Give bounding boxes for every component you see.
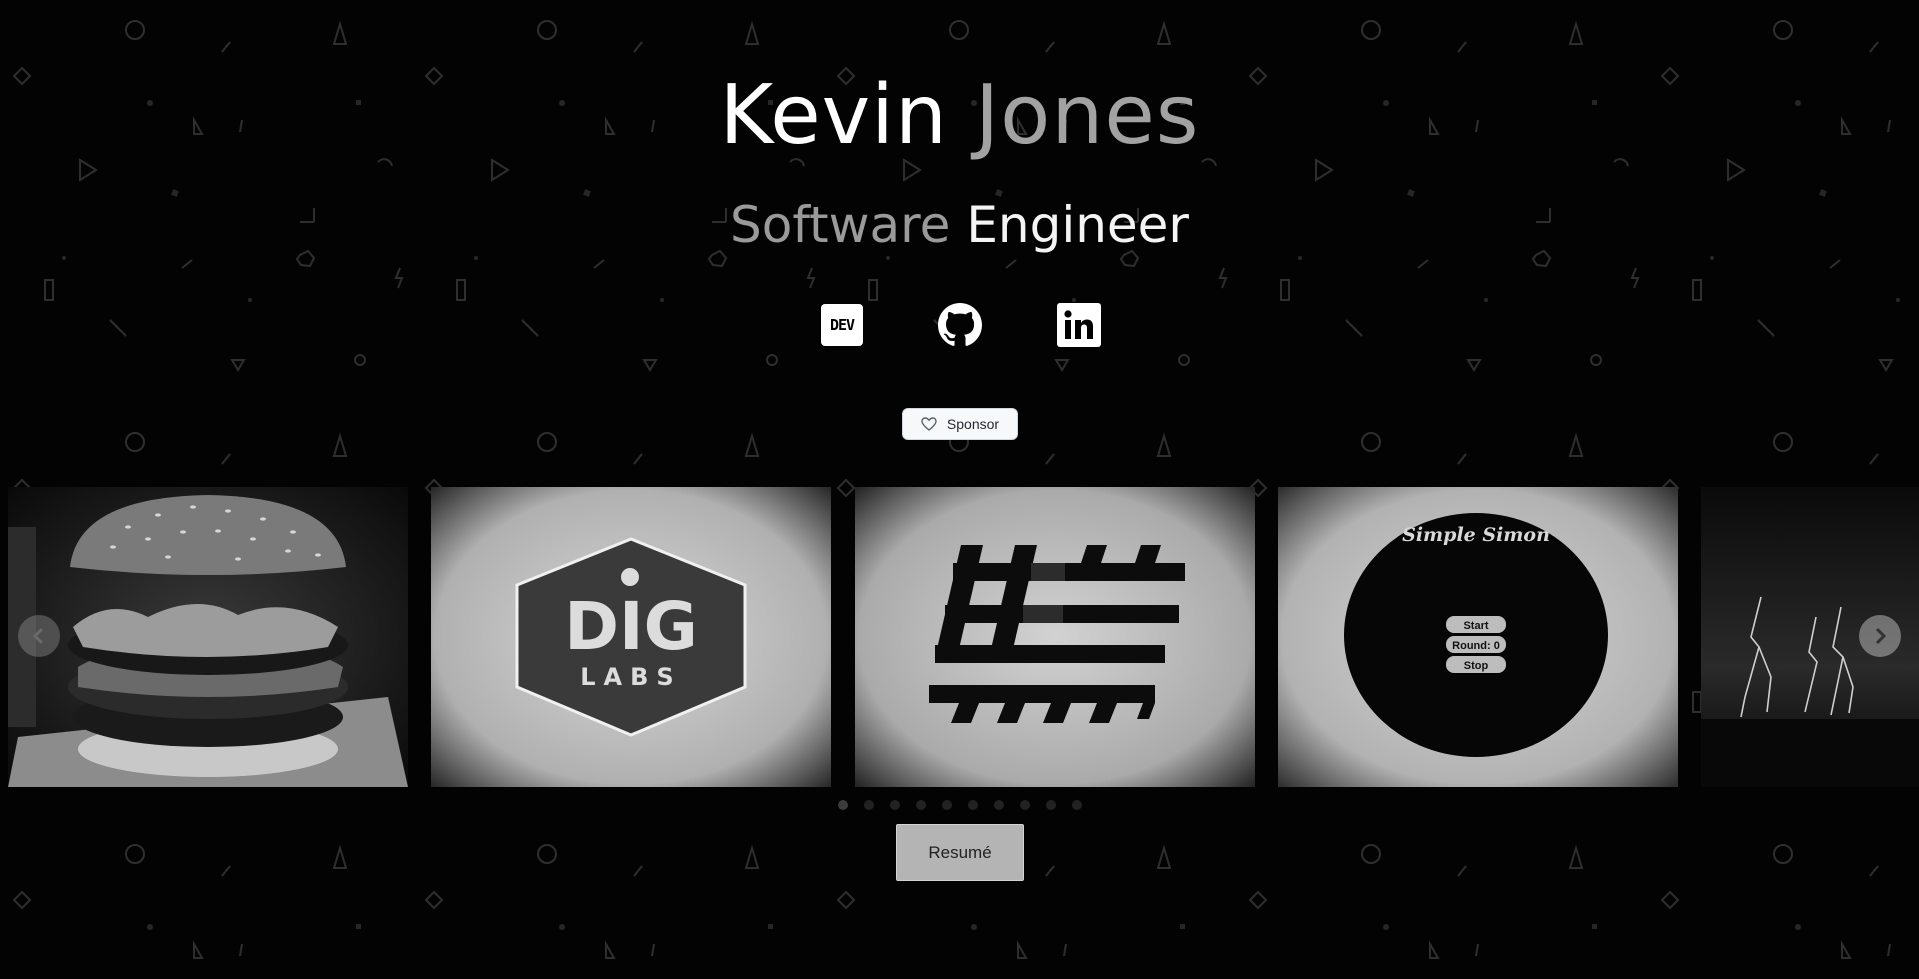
heart-icon [921, 417, 937, 431]
carousel-dot[interactable] [1046, 800, 1056, 810]
carousel-dots [838, 800, 1082, 810]
carousel-dot[interactable] [838, 800, 848, 810]
carousel-dot[interactable] [890, 800, 900, 810]
carousel-slide-simple-simon[interactable]: Simple Simon Start Round: 0 Stop [1278, 487, 1678, 787]
linkedin-link[interactable] [1057, 303, 1101, 347]
role-heading: Software Engineer [0, 195, 1919, 255]
simple-simon-title: Simple Simon [1402, 524, 1550, 546]
simon-stop-label: Stop [1464, 660, 1489, 672]
dev-to-link[interactable]: DEV [820, 303, 864, 347]
resume-label: Resumé [928, 842, 992, 862]
simple-simon-screenshot: Simple Simon Start Round: 0 Stop [1278, 487, 1678, 787]
project-carousel[interactable]: DIG LABS Simple Simon Start Round: 0 Sto… [0, 487, 1919, 787]
carousel-prev-button[interactable] [18, 615, 60, 657]
first-name: Kevin [719, 68, 948, 163]
dig-logo-main-text: DIG [564, 588, 698, 665]
simon-start-label: Start [1463, 620, 1488, 632]
role-first-word: Software [729, 196, 951, 254]
carousel-dot[interactable] [1020, 800, 1030, 810]
hashtag-logo [855, 487, 1255, 787]
carousel-dot[interactable] [916, 800, 926, 810]
linkedin-icon [1057, 303, 1101, 347]
burger-image [8, 487, 408, 787]
simon-round-label: Round: 0 [1452, 640, 1500, 652]
name-heading: Kevin Jones [0, 68, 1919, 164]
chevron-right-icon [1875, 627, 1887, 645]
carousel-slide-dig-labs[interactable]: DIG LABS [431, 487, 831, 787]
chevron-left-icon [32, 627, 44, 645]
carousel-dot[interactable] [1072, 800, 1082, 810]
dev-to-icon: DEV [821, 304, 863, 346]
carousel-dot[interactable] [968, 800, 978, 810]
resume-button[interactable]: Resumé [896, 824, 1024, 881]
carousel-dot[interactable] [864, 800, 874, 810]
role-second-word: Engineer [966, 196, 1189, 254]
carousel-slide-hashtag[interactable] [855, 487, 1255, 787]
dig-labs-logo: DIG LABS [431, 487, 831, 787]
dev-icon-text: DEV [829, 316, 855, 334]
sponsor-label: Sponsor [946, 416, 1000, 432]
dig-logo-sub-text: LABS [580, 663, 681, 691]
github-icon [938, 303, 982, 346]
carousel-dot[interactable] [942, 800, 952, 810]
last-name: Jones [975, 68, 1200, 163]
carousel-next-button[interactable] [1859, 615, 1901, 657]
github-link[interactable] [938, 303, 982, 347]
sponsor-button[interactable]: Sponsor [902, 408, 1018, 440]
carousel-dot[interactable] [994, 800, 1004, 810]
carousel-slide-burger[interactable] [8, 487, 408, 787]
